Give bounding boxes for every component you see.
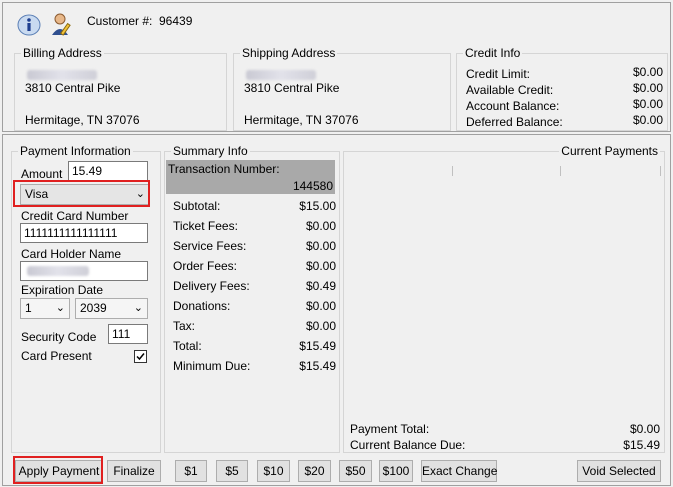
expiration-year-value: 2039 — [80, 301, 107, 315]
tax-label: Tax: — [173, 319, 196, 333]
column-divider — [452, 166, 453, 176]
service-fees-value: $0.00 — [305, 239, 336, 253]
transaction-number-box: Transaction Number: 144580 — [166, 160, 335, 194]
chevron-down-icon: ⌄ — [55, 302, 65, 314]
minimum-due-label: Minimum Due: — [173, 359, 251, 373]
deferred-balance-value: $0.00 — [632, 113, 663, 127]
ticket-fees-label: Ticket Fees: — [173, 219, 238, 233]
expiration-month-select[interactable]: 1 ⌄ — [20, 298, 70, 319]
account-balance-value: $0.00 — [632, 97, 663, 111]
card-holder-name-input[interactable] — [20, 261, 148, 281]
credit-limit-label: Credit Limit: — [466, 67, 531, 81]
ticket-fees-value: $0.00 — [305, 219, 336, 233]
transaction-number: 144580 — [292, 179, 333, 193]
billing-street: 3810 Central Pike — [25, 81, 121, 95]
card-present-checkbox[interactable] — [134, 350, 147, 363]
card-holder-name-label: Card Holder Name — [21, 247, 122, 261]
card-holder-name-redacted — [27, 266, 89, 276]
exact-change-button[interactable]: Exact Change — [421, 460, 497, 482]
total-value: $15.49 — [299, 339, 336, 353]
order-fees-value: $0.00 — [305, 259, 336, 273]
order-fees-label: Order Fees: — [173, 259, 238, 273]
billing-name-redacted — [27, 70, 97, 80]
card-present-label: Card Present — [21, 349, 92, 363]
current-balance-due-label: Current Balance Due: — [350, 438, 466, 452]
payments-list[interactable] — [346, 160, 662, 416]
customer-panel: Customer #: 96439 Billing Address 3810 C… — [2, 2, 671, 132]
chevron-down-icon: ⌄ — [133, 302, 143, 314]
quick-1-button[interactable]: $1 — [175, 460, 207, 482]
user-edit-icon[interactable] — [49, 11, 75, 37]
quick-50-button[interactable]: $50 — [339, 460, 372, 482]
column-divider — [660, 166, 661, 176]
expiration-year-select[interactable]: 2039 ⌄ — [75, 298, 148, 319]
expiration-month-value: 1 — [25, 301, 32, 315]
service-fees-label: Service Fees: — [173, 239, 247, 253]
summary-info-title: Summary Info — [171, 144, 250, 158]
delivery-fees-value: $0.49 — [305, 279, 336, 293]
info-icon[interactable] — [17, 13, 41, 37]
security-code-input[interactable]: 111 — [108, 324, 148, 344]
quick-5-button[interactable]: $5 — [216, 460, 248, 482]
minimum-due-value: $15.49 — [299, 359, 336, 373]
current-balance-due-value: $15.49 — [623, 438, 660, 452]
shipping-name-redacted — [246, 70, 316, 80]
total-label: Total: — [173, 339, 202, 353]
deferred-balance-label: Deferred Balance: — [466, 115, 563, 129]
void-selected-button[interactable]: Void Selected — [577, 460, 661, 482]
security-code-label: Security Code — [21, 330, 97, 344]
credit-info-group: Credit Info Credit Limit: $0.00 Availabl… — [456, 46, 668, 131]
transaction-number-label: Transaction Number: — [168, 162, 280, 176]
customer-number-label: Customer #: — [87, 14, 153, 28]
credit-info-title: Credit Info — [463, 46, 523, 60]
column-divider — [560, 166, 561, 176]
shipping-city: Hermitage, TN 37076 — [244, 113, 359, 127]
subtotal-label: Subtotal: — [173, 199, 221, 213]
payment-information-title: Payment Information — [18, 144, 133, 158]
current-payments-title: Current Payments — [559, 144, 660, 158]
quick-20-button[interactable]: $20 — [298, 460, 331, 482]
billing-city: Hermitage, TN 37076 — [25, 113, 140, 127]
payment-total-label: Payment Total: — [350, 422, 430, 436]
shipping-address-title: Shipping Address — [240, 46, 338, 60]
available-credit-label: Available Credit: — [466, 83, 554, 97]
delivery-fees-label: Delivery Fees: — [173, 279, 250, 293]
quick-100-button[interactable]: $100 — [379, 460, 413, 482]
current-payments-group: Current Payments Payment Total: $0.00 Cu… — [343, 144, 665, 453]
subtotal-value: $15.00 — [299, 199, 336, 213]
amount-input[interactable]: 15.49 — [68, 161, 148, 181]
donations-label: Donations: — [173, 299, 231, 313]
shipping-address-group: Shipping Address 3810 Central Pike Hermi… — [233, 46, 451, 131]
donations-value: $0.00 — [305, 299, 336, 313]
credit-card-number-label: Credit Card Number — [21, 209, 129, 223]
available-credit-value: $0.00 — [632, 81, 663, 95]
account-balance-label: Account Balance: — [466, 99, 560, 113]
billing-address-group: Billing Address 3810 Central Pike Hermit… — [14, 46, 227, 131]
card-type-highlight — [13, 180, 150, 207]
amount-label: Amount — [21, 167, 63, 181]
payment-total-value: $0.00 — [629, 422, 660, 436]
billing-address-title: Billing Address — [21, 46, 104, 60]
credit-card-number-input[interactable]: 1111111111111111 — [20, 223, 148, 243]
customer-number: 96439 — [159, 14, 193, 28]
tax-value: $0.00 — [305, 319, 336, 333]
finalize-button[interactable]: Finalize — [107, 460, 161, 482]
checkmark-icon — [136, 353, 145, 361]
expiration-date-label: Expiration Date — [21, 283, 104, 297]
summary-info-group: Summary Info Transaction Number: 144580 … — [164, 144, 340, 453]
credit-limit-value: $0.00 — [632, 65, 663, 79]
shipping-street: 3810 Central Pike — [244, 81, 340, 95]
apply-payment-highlight — [13, 456, 103, 484]
quick-10-button[interactable]: $10 — [257, 460, 290, 482]
